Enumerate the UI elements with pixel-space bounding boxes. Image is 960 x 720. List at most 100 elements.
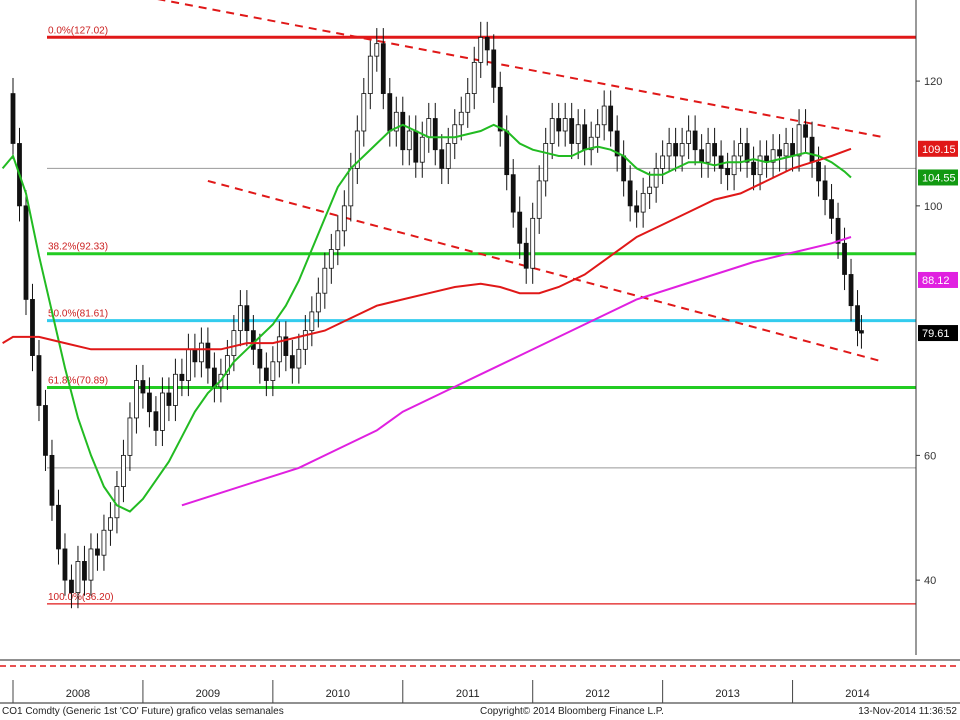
y-tick-label-2: 60 bbox=[924, 450, 936, 462]
candle-body-86 bbox=[562, 118, 568, 132]
candle-body-120 bbox=[783, 143, 789, 157]
candle-body-6 bbox=[43, 405, 48, 456]
candle-body-119 bbox=[777, 149, 782, 157]
candle-body-23 bbox=[153, 411, 159, 431]
candle-body-55 bbox=[361, 93, 367, 132]
candle-body-31 bbox=[205, 342, 211, 369]
fib-label-0: 0.0%(127.02) bbox=[48, 25, 108, 36]
candle-body-93 bbox=[608, 105, 614, 132]
x-tick-label-1: 2009 bbox=[196, 688, 220, 700]
candle-body-131 bbox=[855, 305, 860, 332]
candle-body-36 bbox=[237, 305, 243, 332]
candle-body-70 bbox=[458, 111, 464, 126]
x-tick-label-6: 2014 bbox=[845, 688, 869, 700]
candle-body-41 bbox=[270, 361, 276, 381]
candle-body-69 bbox=[452, 124, 458, 144]
candle-body-63 bbox=[413, 130, 419, 163]
candle-body-111 bbox=[725, 168, 731, 176]
fib-label-4: 100.0%(36.20) bbox=[48, 592, 114, 603]
axes: 120 100 60 40 2008 2009 2010 2011 2012 2013 2014 bbox=[0, 0, 960, 704]
candle-body-51 bbox=[335, 230, 341, 250]
fib-label-2: 50.0%(81.61) bbox=[48, 309, 108, 320]
candle-body-95 bbox=[621, 155, 627, 182]
candle-body-76 bbox=[497, 86, 503, 132]
candle-body-15 bbox=[101, 529, 107, 556]
candle-body-1 bbox=[10, 93, 16, 144]
candle-body-126 bbox=[822, 180, 828, 201]
candle-body-108 bbox=[705, 143, 711, 163]
candle-body-62 bbox=[406, 130, 412, 151]
candle-body-5 bbox=[36, 355, 42, 406]
candle-body-13 bbox=[88, 548, 94, 581]
candle-body-77 bbox=[504, 130, 510, 176]
candle-body-125 bbox=[816, 161, 821, 182]
fib-label-1: 38.2%(92.33) bbox=[48, 242, 108, 253]
candle-body-66 bbox=[432, 118, 438, 151]
y-tick-label-3: 40 bbox=[924, 575, 936, 587]
candle-body-3 bbox=[23, 205, 29, 300]
candle-body-78 bbox=[510, 174, 516, 213]
price-tag-label-3: 79.61 bbox=[922, 328, 950, 340]
candle-body-88 bbox=[575, 124, 581, 144]
candle-body-4 bbox=[30, 299, 35, 356]
candle-body-87 bbox=[569, 118, 575, 144]
candle-body-49 bbox=[322, 267, 328, 294]
candle-body-71 bbox=[465, 93, 471, 113]
candle-body-14 bbox=[95, 548, 100, 556]
candle-body-82 bbox=[536, 180, 542, 219]
candle-body-81 bbox=[530, 217, 536, 269]
candle-body-25 bbox=[166, 392, 172, 406]
candle-body-107 bbox=[699, 149, 705, 163]
candle-body-96 bbox=[627, 180, 633, 207]
candle-body-116 bbox=[757, 155, 763, 176]
candle-body-26 bbox=[173, 373, 178, 406]
candle-body-72 bbox=[471, 61, 477, 94]
x-tick-label-2: 2010 bbox=[326, 688, 350, 700]
candlestick-chart: 0.0%(127.02) 38.2%(92.33) 50.0%(81.61) 61.8… bbox=[0, 0, 960, 717]
candle-body-113 bbox=[738, 143, 743, 157]
candle-body-10 bbox=[69, 579, 74, 594]
candle-body-53 bbox=[348, 168, 354, 207]
footer-right: 13-Nov-2014 11:36:52 bbox=[858, 706, 957, 717]
candle-body-84 bbox=[549, 118, 555, 144]
fib-label-3: 61.8%(70.89) bbox=[48, 375, 108, 386]
candle-body-103 bbox=[673, 143, 679, 157]
candle-body-8 bbox=[56, 504, 61, 550]
candle-body-127 bbox=[829, 199, 834, 219]
candle-body-85 bbox=[556, 118, 562, 132]
candle-body-19 bbox=[127, 417, 133, 456]
candle-body-128 bbox=[835, 217, 841, 244]
candle-body-29 bbox=[192, 348, 198, 363]
candle-body-74 bbox=[484, 37, 490, 51]
candle-body-18 bbox=[121, 454, 126, 487]
candle-body-46 bbox=[302, 330, 308, 350]
candle-body-56 bbox=[367, 55, 373, 94]
candle-body-65 bbox=[426, 118, 432, 138]
candle-body-50 bbox=[328, 249, 334, 269]
candle-body-30 bbox=[198, 342, 204, 363]
grid-lines bbox=[47, 167, 916, 469]
candle-body-80 bbox=[523, 242, 529, 269]
fibonacci-levels: 0.0%(127.02) 38.2%(92.33) 50.0%(81.61) 61.8… bbox=[47, 25, 916, 605]
candle-body-112 bbox=[731, 155, 737, 176]
candle-body-130 bbox=[848, 274, 854, 307]
candle-body-67 bbox=[439, 149, 445, 169]
candle-body-35 bbox=[231, 330, 237, 356]
price-tag-label-2: 88.12 bbox=[922, 275, 950, 287]
candle-body-105 bbox=[686, 130, 692, 144]
candle-body-24 bbox=[160, 392, 165, 431]
candle-body-38 bbox=[250, 330, 256, 350]
candle-body-100 bbox=[653, 168, 659, 188]
candle-body-89 bbox=[582, 124, 588, 151]
candle-body-101 bbox=[660, 155, 666, 169]
candle-body-110 bbox=[718, 155, 724, 169]
candle-body-58 bbox=[380, 43, 386, 94]
y-tick-label-1: 100 bbox=[924, 201, 942, 213]
candle-body-39 bbox=[257, 348, 263, 369]
candle-body-22 bbox=[147, 392, 152, 413]
x-tick-label-5: 2013 bbox=[715, 688, 739, 700]
candle-body-44 bbox=[289, 355, 295, 369]
candle-body-98 bbox=[640, 192, 646, 213]
y-tick-label-0: 120 bbox=[924, 76, 942, 88]
candle-body-115 bbox=[751, 161, 756, 176]
